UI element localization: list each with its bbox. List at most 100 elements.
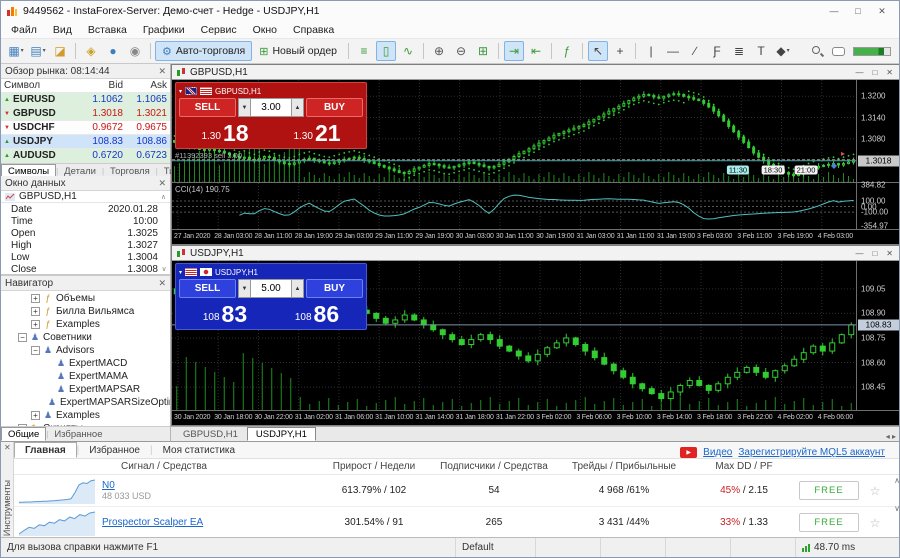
indicators-button[interactable]: ƒ	[557, 41, 577, 61]
menu-6[interactable]: Справка	[285, 23, 342, 37]
tab-scroll-arrows[interactable]: ◂ ▸	[886, 432, 900, 441]
market-watch-row[interactable]: ▲EURUSD1.10621.1065	[1, 93, 170, 107]
close-icon[interactable]: ✕	[4, 443, 11, 452]
toolbox-tab-0[interactable]: Главная	[14, 442, 77, 458]
menu-4[interactable]: Сервис	[193, 23, 245, 37]
chart-window-titlebar[interactable]: GBPUSD,H1—□✕	[172, 65, 900, 80]
buy-price[interactable]: 1.3021	[271, 118, 363, 145]
expand-icon[interactable]: +	[31, 320, 40, 329]
navigator-item[interactable]: ♟ExpertMAMA	[1, 370, 170, 383]
maximize-icon[interactable]: □	[872, 68, 877, 77]
expand-icon[interactable]: +	[31, 307, 40, 316]
price-axis[interactable]: 109.05108.90108.75108.60108.45108.83	[856, 261, 900, 410]
maximize-icon[interactable]: □	[872, 249, 877, 258]
market-watch-row[interactable]: ▲USDJPY108.83108.86	[1, 135, 170, 149]
buy-price[interactable]: 10886	[271, 299, 363, 326]
navigator-item[interactable]: −♟Советники	[1, 331, 170, 344]
close-icon[interactable]: ✕	[886, 68, 893, 77]
auto-scroll-button[interactable]: ⇥	[504, 41, 524, 61]
hline-button[interactable]: —	[663, 41, 683, 61]
signals-radio-button[interactable]: ◉	[125, 41, 145, 61]
chart-canvas[interactable]: 109.05108.90108.75108.60108.45108.8330 J…	[172, 261, 900, 425]
video-icon[interactable]: ▶	[680, 447, 697, 458]
vline-button[interactable]: |	[641, 41, 661, 61]
close-icon[interactable]: ✕	[158, 66, 166, 77]
menu-5[interactable]: Окно	[245, 23, 285, 37]
free-button[interactable]: FREE	[799, 481, 859, 500]
minimize-icon[interactable]: —	[855, 249, 863, 258]
objects-button[interactable]: ◆▾	[773, 41, 793, 61]
time-axis[interactable]: 27 Jan 202028 Jan 03:0028 Jan 11:0028 Ja…	[172, 229, 900, 244]
expand-icon[interactable]: +	[31, 294, 40, 303]
menu-0[interactable]: Файл	[3, 23, 45, 37]
chart-canvas[interactable]: CCI(14) 190.751.32001.31401.3080384.8210…	[172, 80, 900, 244]
sell-button[interactable]: SELL	[179, 98, 236, 117]
close-icon[interactable]: ✕	[886, 249, 893, 258]
status-profile[interactable]: Default	[456, 538, 536, 557]
toolbox-tab-1[interactable]: Избранное	[79, 442, 150, 458]
chat-icon[interactable]	[832, 47, 845, 56]
chart-tab-1[interactable]: USDJPY,H1	[247, 427, 316, 441]
close-icon[interactable]: ✕	[870, 3, 894, 19]
volume-down-icon[interactable]: ▼	[238, 279, 251, 298]
price-axis[interactable]: 1.32001.31401.3080384.82100.000.00-100.0…	[856, 80, 900, 229]
scroll-up-icon[interactable]: ∧	[894, 476, 900, 485]
close-icon[interactable]: ✕	[158, 178, 166, 189]
profiles-button[interactable]: ▤▾	[28, 41, 48, 61]
cursor-button[interactable]: ↖	[588, 41, 608, 61]
search-icon[interactable]	[811, 45, 824, 58]
menu-1[interactable]: Вид	[45, 23, 80, 37]
buy-button[interactable]: BUY	[306, 279, 363, 298]
chart-shift-button[interactable]: ⇤	[526, 41, 546, 61]
navigator-tab-1[interactable]: Избранное	[48, 427, 108, 441]
community-button[interactable]: ●	[103, 41, 123, 61]
video-link[interactable]: Видео	[703, 447, 732, 458]
time-axis[interactable]: 30 Jan 202030 Jan 18:0030 Jan 22:0031 Ja…	[172, 410, 900, 425]
chevron-down-icon[interactable]: ∨	[158, 265, 170, 273]
volume-up-icon[interactable]: ▲	[291, 98, 304, 117]
navigator-item[interactable]: ♟ExpertMACD	[1, 357, 170, 370]
history-center-button[interactable]: ◪	[50, 41, 70, 61]
collapse-icon[interactable]: −	[18, 333, 27, 342]
market-watch-row[interactable]: ▼USDCHF0.96720.9675	[1, 121, 170, 135]
buy-button[interactable]: BUY	[306, 98, 363, 117]
new-order-button[interactable]: ⊞Новый ордер	[252, 41, 344, 61]
crosshair-button[interactable]: +	[610, 41, 630, 61]
candles-chart-button[interactable]: ▯	[376, 41, 396, 61]
sell-button[interactable]: SELL	[179, 279, 236, 298]
text-button[interactable]: T	[751, 41, 771, 61]
expand-icon[interactable]: +	[31, 411, 40, 420]
line-chart-button[interactable]: ∿	[398, 41, 418, 61]
minimize-icon[interactable]: —	[855, 68, 863, 77]
maximize-icon[interactable]: □	[846, 3, 870, 19]
free-button[interactable]: FREE	[799, 513, 859, 532]
chart-window-titlebar[interactable]: USDJPY,H1—□✕	[172, 246, 900, 261]
navigator-item[interactable]: ♟ExpertMAPSARSizeOptim	[1, 396, 170, 409]
mql5-register-link[interactable]: Зарегистрируйте MQL5 аккаунт	[738, 447, 885, 458]
signal-row[interactable]: N048 033 USD613.79% / 102544 968 /61%45%…	[14, 475, 900, 507]
zoom-out-button[interactable]: ⊖	[451, 41, 471, 61]
menu-2[interactable]: Вставка	[80, 23, 135, 37]
sell-price[interactable]: 1.3018	[179, 118, 271, 145]
minimize-icon[interactable]: —	[822, 3, 846, 19]
scroll-down-icon[interactable]: ∨	[894, 504, 900, 513]
chevron-down-icon[interactable]: ▾	[179, 269, 182, 276]
signal-row[interactable]: Prospector Scalper EA301.54% / 912653 43…	[14, 507, 900, 539]
trendline-button[interactable]: ∕	[685, 41, 705, 61]
autotrade-button[interactable]: ⚙Авто-торговля	[155, 41, 252, 61]
signal-name-link[interactable]: Prospector Scalper EA	[102, 517, 203, 528]
market-watch-row[interactable]: ▼GBPUSD1.30181.3021	[1, 107, 170, 121]
channel-button[interactable]: ≣	[729, 41, 749, 61]
navigator-item[interactable]: −♟Advisors	[1, 344, 170, 357]
navigator-item[interactable]: ♟ExpertMAPSAR	[1, 383, 170, 396]
tile-windows-button[interactable]: ⊞	[473, 41, 493, 61]
chevron-up-icon[interactable]: ∧	[161, 193, 166, 201]
zoom-in-button[interactable]: ⊕	[429, 41, 449, 61]
chart-tab-0[interactable]: GBPUSD,H1	[174, 427, 247, 441]
signal-name-link[interactable]: N0	[102, 480, 151, 491]
market-watch-button[interactable]: ◈	[81, 41, 101, 61]
fibo-button[interactable]: Ƒ	[707, 41, 727, 61]
favorite-star-icon[interactable]: ☆	[864, 516, 886, 530]
collapse-icon[interactable]: −	[31, 346, 40, 355]
toolbox-tab-2[interactable]: Моя статистика	[153, 442, 246, 458]
